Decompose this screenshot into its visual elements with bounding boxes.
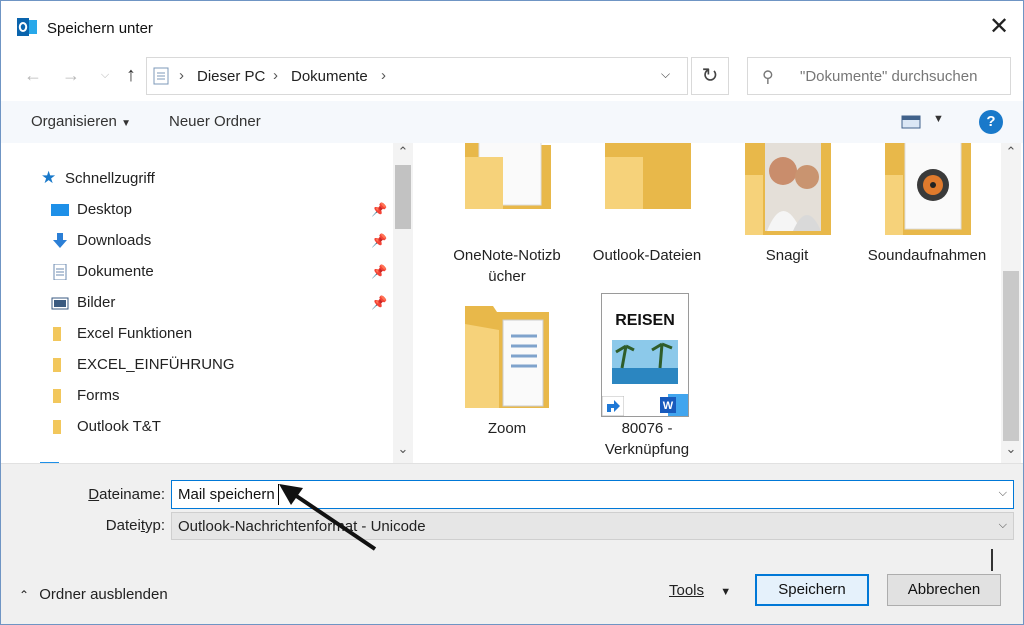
beach-image-icon	[612, 340, 678, 384]
scroll-down-icon[interactable]: ⌄	[1001, 441, 1021, 461]
filename-label: Dateiname:	[88, 486, 165, 503]
folder-icon	[605, 143, 691, 209]
pictures-icon	[51, 297, 69, 310]
folder-icon	[53, 327, 61, 341]
search-placeholder: "Dokumente" durchsuchen	[800, 68, 978, 85]
title-bar: Speichern unter ✕	[1, 1, 1023, 53]
folder-icon	[53, 389, 61, 403]
sidebar-item-desktop[interactable]: Desktop	[51, 197, 391, 225]
breadcrumb-separator-icon: ›	[179, 67, 184, 84]
view-dropdown-icon[interactable]: ▼	[933, 113, 944, 125]
navigation-bar: ← → ⌵ ↑ › Dieser PC › Dokumente › ⌵ ↻ ⚲ …	[1, 53, 1023, 97]
word-icon: W	[660, 394, 688, 416]
sidebar-item-downloads[interactable]: Downloads	[51, 228, 391, 256]
file-item-word-shortcut[interactable]: REISEN W 80076 - Verknüpfung	[581, 293, 713, 463]
file-list-scrollbar[interactable]: ⌃ ⌄	[1001, 143, 1021, 463]
breadcrumb-separator-icon: ›	[273, 67, 278, 84]
scroll-down-icon[interactable]: ⌄	[393, 441, 413, 461]
help-icon[interactable]: ?	[979, 110, 1003, 134]
sidebar-item-outlook-tt[interactable]: Outlook T&T	[51, 414, 391, 442]
breadcrumb-documents[interactable]: Dokumente	[291, 68, 368, 85]
folder-photo-icon	[745, 143, 831, 235]
sidebar-item-documents[interactable]: Dokumente	[51, 259, 391, 287]
scrollbar-thumb[interactable]	[395, 165, 411, 229]
save-button[interactable]: Speichern	[755, 574, 869, 606]
refresh-icon[interactable]: ↻	[691, 57, 729, 95]
command-toolbar: Organisieren ▼ Neuer Ordner ▼ ?	[1, 101, 1023, 143]
outlook-app-icon	[17, 18, 37, 36]
filetype-label: Dateityp:	[105, 517, 165, 534]
quick-access-item[interactable]: ★ Schnellzugriff	[41, 166, 341, 194]
window-title: Speichern unter	[47, 20, 153, 37]
filename-dropdown-chevron-icon[interactable]: ⌵	[999, 487, 1007, 500]
filename-value: Mail speichern	[178, 486, 275, 503]
file-item-outlook-files[interactable]: Outlook-Dateien	[581, 143, 713, 293]
address-bar[interactable]: › Dieser PC › Dokumente › ⌵	[146, 57, 688, 95]
folder-icon	[53, 358, 61, 372]
file-item-sound-recordings[interactable]: Soundaufnahmen	[861, 143, 993, 293]
folder-icon	[465, 143, 551, 209]
desktop-icon	[51, 204, 69, 216]
pin-icon[interactable]: 📌	[371, 264, 387, 280]
sidebar-item-excel-intro[interactable]: EXCEL_EINFÜHRUNG	[51, 352, 391, 380]
navigation-pane: ★ Schnellzugriff Desktop Downloads Dokum…	[1, 143, 413, 463]
search-icon: ⚲	[762, 69, 774, 86]
save-form-area: Dateiname: Mail speichern ⌵ Dateityp: Ou…	[1, 463, 1023, 624]
document-thumbnail: REISEN W	[601, 293, 689, 417]
new-folder-button[interactable]: Neuer Ordner	[169, 113, 261, 130]
forward-arrow-icon[interactable]: →	[59, 61, 83, 89]
hide-folders-button[interactable]: ⌃ Ordner ausblenden	[19, 586, 168, 603]
breadcrumb-this-pc[interactable]: Dieser PC	[197, 68, 265, 85]
tools-menu-button[interactable]: Tools ▼	[669, 582, 731, 599]
breadcrumb-separator-icon: ›	[381, 67, 386, 84]
pin-icon[interactable]: 📌	[371, 233, 387, 249]
view-options-icon[interactable]	[901, 114, 921, 130]
document-icon	[53, 264, 67, 280]
up-arrow-icon[interactable]: ↑	[119, 61, 143, 89]
shortcut-arrow-icon	[602, 396, 624, 416]
pin-icon[interactable]: 📌	[371, 295, 387, 311]
file-item-snagit[interactable]: Snagit	[721, 143, 853, 293]
sidebar-item-pictures[interactable]: Bilder	[51, 290, 391, 318]
close-icon[interactable]: ✕	[985, 13, 1013, 41]
back-arrow-icon[interactable]: ←	[21, 61, 45, 89]
folder-audio-icon	[885, 143, 971, 235]
filetype-dropdown-chevron-icon[interactable]: ⌵	[999, 519, 1007, 532]
annotation-arrow-icon	[279, 484, 377, 551]
save-as-dialog: Speichern unter ✕ ← → ⌵ ↑ › Dieser PC › …	[0, 0, 1024, 625]
scrollbar-thumb[interactable]	[1003, 271, 1019, 441]
chevron-up-icon: ⌃	[19, 588, 30, 602]
file-item-zoom[interactable]: Zoom	[441, 298, 573, 448]
folder-docs-icon	[465, 306, 549, 408]
download-icon	[53, 233, 67, 248]
pin-icon[interactable]: 📌	[371, 202, 387, 218]
sidebar-item-forms[interactable]: Forms	[51, 383, 391, 411]
recent-locations-chevron-icon[interactable]: ⌵	[93, 61, 117, 89]
scroll-up-icon[interactable]: ⌃	[393, 144, 413, 164]
folder-icon	[53, 420, 61, 434]
search-input[interactable]: ⚲ "Dokumente" durchsuchen	[747, 57, 1011, 95]
document-folder-icon	[153, 67, 169, 85]
sidebar-item-excel-functions[interactable]: Excel Funktionen	[51, 321, 391, 349]
file-list-pane: OneNote-Notizb ücher Outlook-Dateien Sna…	[413, 143, 1001, 463]
scroll-up-icon[interactable]: ⌃	[1001, 144, 1021, 164]
navigation-pane-scrollbar[interactable]: ⌃ ⌄	[393, 143, 413, 463]
svg-text:W: W	[663, 400, 674, 412]
organize-menu-button[interactable]: Organisieren ▼	[31, 113, 131, 130]
cancel-button[interactable]: Abbrechen	[887, 574, 1001, 606]
address-dropdown-chevron-icon[interactable]: ⌵	[661, 67, 670, 82]
tools-dropdown-icon: ▼	[720, 586, 732, 598]
resize-divider	[991, 549, 993, 571]
star-icon: ★	[41, 168, 57, 187]
thumbnail-title: REISEN	[615, 312, 675, 329]
sidebar-item-partial	[39, 455, 339, 463]
file-item-onenote[interactable]: OneNote-Notizb ücher	[441, 143, 573, 293]
